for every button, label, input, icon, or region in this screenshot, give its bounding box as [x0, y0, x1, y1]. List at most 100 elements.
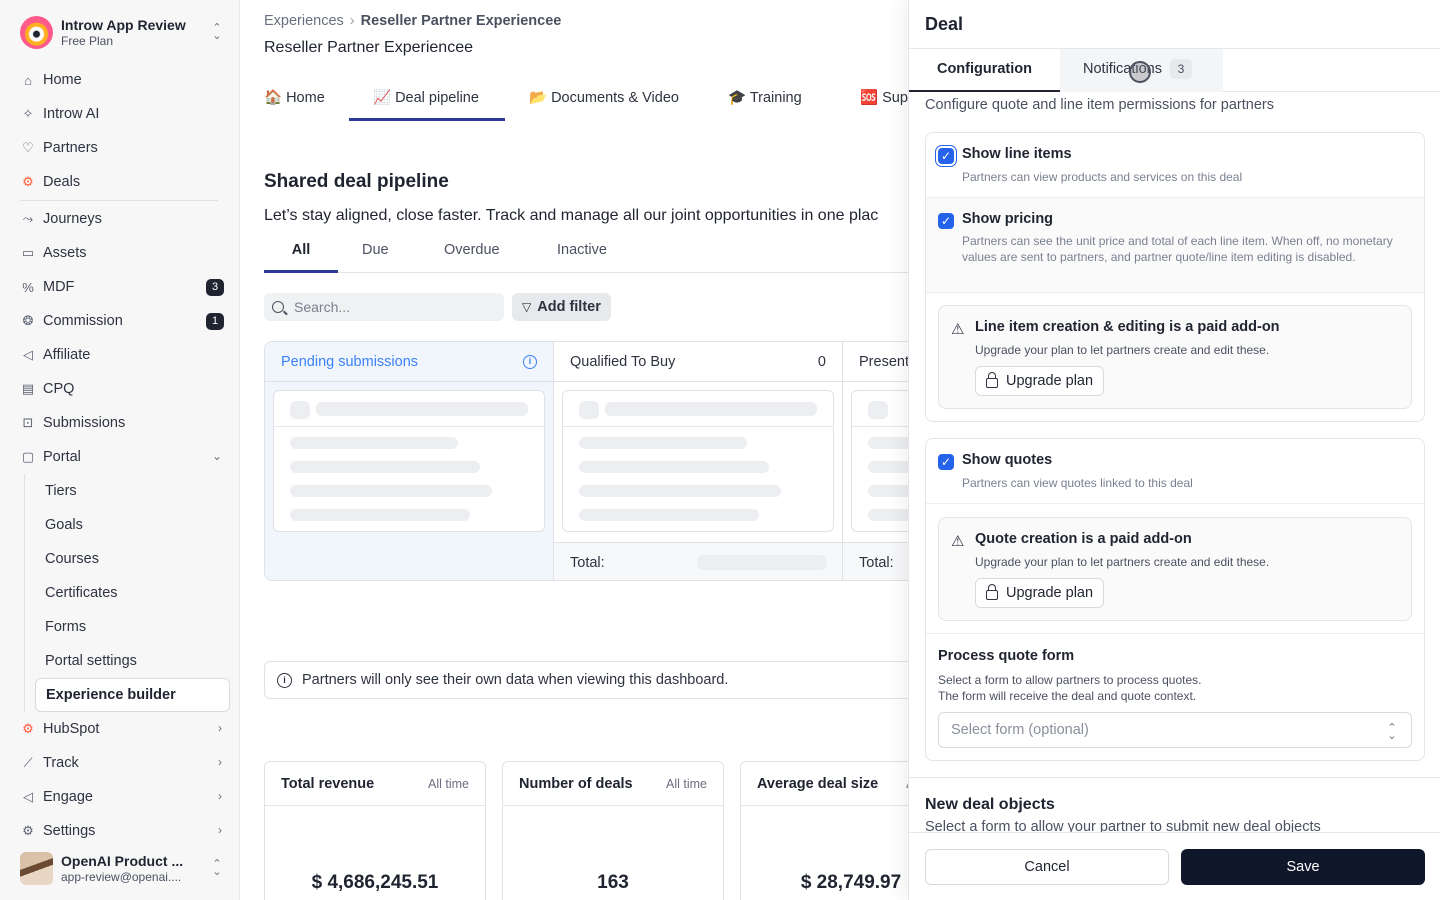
- skeleton-card: [562, 390, 834, 532]
- page-tabs: 🏠 Home 📈 Deal pipeline 📂 Documents & Vid…: [264, 76, 908, 121]
- upgrade-plan-button[interactable]: Upgrade plan: [975, 366, 1105, 396]
- lock-icon: [986, 372, 998, 388]
- sidebar-item-label: Portal settings: [45, 653, 137, 669]
- mdf-count-badge: 3: [206, 279, 224, 296]
- process-quote-form-select[interactable]: Select form (optional) ⌃ ⌄: [938, 712, 1412, 748]
- cancel-button[interactable]: Cancel: [925, 849, 1169, 885]
- sidebar-item-label: Experience builder: [46, 687, 176, 703]
- sidebar: Introw App Review Free Plan ⌃ ⌄ ⌂ Home ✧ In…: [0, 0, 240, 900]
- tab-documents-video[interactable]: 📂 Documents & Video: [505, 76, 705, 121]
- metric-title: Total revenue: [281, 775, 375, 792]
- gear-icon: ⚙: [22, 823, 34, 838]
- sidebar-item-label: HubSpot: [43, 721, 100, 737]
- sidebar-item-commission[interactable]: ❂ Commission 1: [12, 304, 230, 338]
- show-line-items-checkbox[interactable]: ✓: [938, 148, 954, 164]
- sidebar-item-track[interactable]: ⟋ Track ›: [12, 746, 230, 780]
- sidebar-item-submissions[interactable]: ⊡ Submissions: [12, 406, 230, 440]
- skeleton-card: [851, 390, 908, 532]
- sidebar-item-label: Partners: [43, 140, 98, 156]
- tab-home[interactable]: 🏠 Home: [264, 76, 349, 121]
- sidebar-item-portal-settings[interactable]: Portal settings: [35, 644, 230, 678]
- tab-support[interactable]: 🆘 Supp: [837, 76, 908, 121]
- percent-icon: %: [22, 279, 34, 295]
- search-input[interactable]: Search...: [264, 293, 504, 321]
- sidebar-item-certificates[interactable]: Certificates: [35, 576, 230, 610]
- sidebar-item-experience-builder[interactable]: Experience builder: [35, 678, 230, 712]
- sidebar-item-forms[interactable]: Forms: [35, 610, 230, 644]
- tab-deal-pipeline[interactable]: 📈 Deal pipeline: [349, 76, 505, 121]
- sidebar-item-portal[interactable]: ▢ Portal ⌄: [12, 440, 230, 474]
- user-menu[interactable]: OpenAI Product ... app-review@openai....…: [20, 850, 224, 886]
- sidebar-item-settings[interactable]: ⚙ Settings ›: [12, 814, 230, 848]
- sidebar-item-engage[interactable]: ◁ Engage ›: [12, 780, 230, 814]
- chevron-updown-icon: ⌃ ⌄: [212, 858, 222, 878]
- panel-tabs: Configuration Notifications 3: [909, 48, 1440, 92]
- breadcrumb-root[interactable]: Experiences: [264, 13, 344, 29]
- main-content: Experiences › Reseller Partner Experiencee…: [240, 0, 908, 900]
- column-presentation: Present Total:: [843, 342, 908, 580]
- user-name: OpenAI Product ...: [61, 852, 184, 869]
- home-icon: ⌂: [24, 72, 32, 88]
- panel-footer: Cancel Save: [909, 832, 1440, 900]
- inbox-icon: ⊡: [22, 415, 34, 430]
- show-pricing-checkbox[interactable]: ✓: [938, 213, 954, 229]
- tab-inactive[interactable]: Inactive: [557, 230, 607, 273]
- chevron-right-icon: ›: [349, 13, 355, 29]
- megaphone-icon: ◁: [23, 789, 33, 804]
- sidebar-item-label: Submissions: [43, 415, 126, 431]
- upgrade-plan-label: Upgrade plan: [1006, 373, 1094, 389]
- show-quotes-desc: Partners can view quotes linked to this …: [962, 476, 1193, 490]
- tab-configuration[interactable]: Configuration: [909, 49, 1060, 92]
- sidebar-item-journeys[interactable]: ⤳ Journeys: [12, 202, 230, 236]
- sidebar-item-partners[interactable]: ♡ Partners: [12, 131, 230, 165]
- chevron-right-icon: ›: [218, 823, 222, 837]
- sidebar-item-goals[interactable]: Goals: [35, 508, 230, 542]
- metric-range[interactable]: All time: [666, 777, 707, 791]
- sidebar-item-deals[interactable]: ⚙ Deals: [12, 165, 230, 199]
- addon-desc: Upgrade your plan to let partners create…: [975, 343, 1270, 357]
- tab-overdue[interactable]: Overdue: [444, 230, 500, 273]
- sidebar-item-hubspot[interactable]: ⚙ HubSpot ›: [12, 712, 230, 746]
- metric-value: $ 4,686,245.51: [311, 872, 439, 893]
- sidebar-item-assets[interactable]: ▭ Assets: [12, 236, 230, 270]
- save-button[interactable]: Save: [1181, 849, 1425, 885]
- pipeline-board: Pending submissions i Qualified To Buy 0 T…: [264, 341, 908, 581]
- sidebar-item-tiers[interactable]: Tiers: [35, 474, 230, 508]
- sidebar-item-cpq[interactable]: ▤ CPQ: [12, 372, 230, 406]
- sidebar-item-mdf[interactable]: % MDF 3: [12, 270, 230, 304]
- show-quotes-checkbox[interactable]: ✓: [938, 454, 954, 470]
- sidebar-item-label: Courses: [45, 551, 99, 567]
- megaphone-icon: ◁: [23, 347, 33, 362]
- select-placeholder: Select form (optional): [951, 722, 1089, 738]
- metric-range[interactable]: All time: [428, 777, 469, 791]
- sidebar-item-affiliate[interactable]: ◁ Affiliate: [12, 338, 230, 372]
- panel-description: Configure quote and line item permission…: [925, 97, 1274, 113]
- tab-training[interactable]: 🎓 Training: [705, 76, 837, 121]
- breadcrumb-current: Reseller Partner Experiencee: [360, 13, 562, 29]
- warning-triangle-icon: ⚠: [951, 321, 965, 338]
- chevron-right-icon: ›: [218, 789, 222, 803]
- tab-due[interactable]: Due: [362, 230, 389, 273]
- sidebar-item-label: Certificates: [45, 585, 118, 601]
- sidebar-item-label: Commission: [43, 313, 123, 329]
- search-icon: [272, 301, 284, 313]
- sidebar-item-label: CPQ: [43, 381, 75, 397]
- info-icon[interactable]: i: [523, 354, 537, 369]
- upgrade-plan-button[interactable]: Upgrade plan: [975, 578, 1105, 608]
- new-deal-objects-title: New deal objects: [925, 796, 1055, 813]
- workspace-switcher[interactable]: Introw App Review Free Plan ⌃ ⌄: [20, 14, 224, 50]
- sidebar-item-home[interactable]: ⌂ Home: [12, 63, 230, 97]
- commission-count-badge: 1: [206, 313, 224, 330]
- monitor-icon: ▢: [21, 449, 35, 464]
- sidebar-nav: ⌂ Home ✧ Introw AI ♡ Partners ⚙ Deals ⤳ Journ…: [12, 63, 230, 848]
- show-quotes-title: Show quotes: [962, 452, 1053, 468]
- info-icon: i: [277, 672, 292, 688]
- tab-all[interactable]: All: [264, 230, 338, 273]
- sidebar-item-introw-ai[interactable]: ✧ Introw AI: [12, 97, 230, 131]
- show-pricing-row: ✓ Show pricing Partners can see the unit…: [926, 198, 1424, 293]
- sidebar-item-label: Journeys: [43, 211, 102, 227]
- add-filter-button[interactable]: ▽ Add filter: [512, 293, 611, 321]
- metric-card-number-of-deals: Number of deals All time 163: [502, 761, 724, 900]
- sidebar-item-courses[interactable]: Courses: [35, 542, 230, 576]
- sidebar-item-label: Forms: [45, 619, 87, 635]
